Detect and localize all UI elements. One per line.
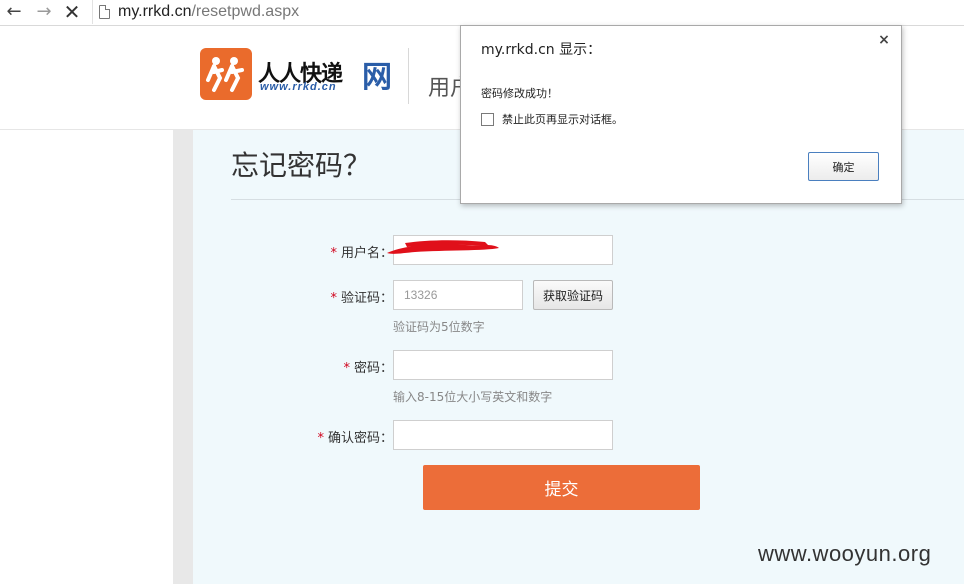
header-divider <box>408 48 409 104</box>
submit-button[interactable]: 提交 <box>423 465 700 510</box>
confirm-password-label-text: 确认密码： <box>327 431 393 446</box>
code-input[interactable]: 13326 <box>393 280 523 310</box>
page-icon <box>99 5 110 19</box>
stop-icon[interactable]: ✕ <box>60 0 84 24</box>
close-icon[interactable]: × <box>877 33 891 47</box>
required-mark: * <box>330 291 337 306</box>
required-mark: * <box>330 246 337 261</box>
required-mark: * <box>343 361 350 376</box>
dialog-message: 密码修改成功！ <box>481 87 558 100</box>
alert-dialog: my.rrkd.cn 显示： × 密码修改成功！ 禁止此页再显示对话框。 确定 <box>460 25 902 204</box>
password-label: * 密码： <box>305 357 393 376</box>
dialog-title: my.rrkd.cn 显示： <box>481 42 602 58</box>
required-mark: * <box>317 431 324 446</box>
get-code-button[interactable]: 获取验证码 <box>533 280 613 310</box>
header-section-title: 用户中心 <box>428 76 462 101</box>
suppress-dialogs-label[interactable]: 禁止此页再显示对话框。 <box>502 111 623 127</box>
password-label-text: 密码： <box>353 361 393 376</box>
code-label: * 验证码： <box>305 287 393 306</box>
address-bar[interactable]: my.rrkd.cn/resetpwd.aspx <box>92 0 964 24</box>
username-label-text: 用户名： <box>340 246 393 261</box>
forward-arrow-icon[interactable]: → <box>32 0 56 24</box>
logo-url: www.rrkd.cn <box>260 81 337 93</box>
back-arrow-icon[interactable]: ← <box>2 0 26 24</box>
confirm-password-input[interactable] <box>393 420 613 450</box>
password-hint: 输入8-15位大小写英文和数字 <box>393 390 553 404</box>
left-rail <box>173 130 193 584</box>
suppress-dialogs-row[interactable]: 禁止此页再显示对话框。 <box>481 111 623 127</box>
watermark: www.wooyun.org <box>758 541 932 566</box>
url-path: /resetpwd.aspx <box>191 3 300 20</box>
code-label-text: 验证码： <box>340 291 393 306</box>
password-input[interactable] <box>393 350 613 380</box>
username-label: * 用户名： <box>305 242 393 261</box>
code-hint: 验证码为5位数字 <box>393 320 485 334</box>
page-title: 忘记密码？ <box>231 149 372 182</box>
confirm-password-label: * 确认密码： <box>305 427 393 446</box>
logo-runner-icon[interactable] <box>200 48 252 100</box>
logo-net: 网 <box>362 60 392 95</box>
browser-toolbar: ← → ✕ my.rrkd.cn/resetpwd.aspx <box>0 0 964 26</box>
ok-button[interactable]: 确定 <box>808 152 879 181</box>
username-input[interactable] <box>393 235 613 265</box>
url-domain: my.rrkd.cn <box>118 3 192 20</box>
suppress-dialogs-checkbox[interactable] <box>481 112 494 126</box>
